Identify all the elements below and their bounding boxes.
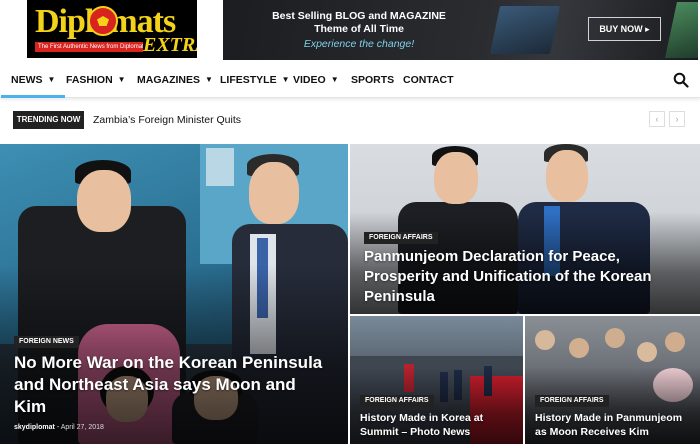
chevron-down-icon: ▼ bbox=[281, 75, 290, 84]
article-card-bottom-left[interactable]: FOREIGN AFFAIRS History Made in Korea at… bbox=[350, 316, 523, 444]
person-right-face bbox=[249, 162, 299, 224]
site-header: Diplomats The First Authentic News from … bbox=[0, 0, 700, 62]
logo-tagline: The First Authentic News from Diplomats … bbox=[35, 42, 143, 52]
nav-item-contact[interactable]: CONTACT bbox=[403, 62, 454, 96]
trending-label: TRENDING NOW bbox=[13, 111, 84, 129]
nav-item-label: MAGAZINES bbox=[137, 74, 200, 86]
featured-article-main[interactable]: FOREIGN NEWS No More War on the Korean P… bbox=[0, 144, 348, 444]
category-badge[interactable]: FOREIGN AFFAIRS bbox=[360, 395, 434, 407]
trending-next-button[interactable]: › bbox=[669, 111, 685, 127]
nav-item-news[interactable]: NEWS ▼ bbox=[0, 62, 66, 98]
chevron-down-icon: ▼ bbox=[205, 75, 213, 84]
crowd-person bbox=[569, 338, 589, 358]
ad-banner[interactable]: Best Selling BLOG and MAGAZINE Theme of … bbox=[223, 0, 698, 60]
crowd-person bbox=[665, 332, 685, 352]
banner-line-1: Best Selling BLOG and MAGAZINE bbox=[272, 10, 446, 22]
article-card-bottom-right[interactable]: FOREIGN AFFAIRS History Made in Panmunje… bbox=[525, 316, 700, 444]
nav-item-label: SPORTS bbox=[351, 74, 395, 86]
chevron-down-icon: ▼ bbox=[330, 75, 339, 84]
crowd-person bbox=[637, 342, 657, 362]
nav-item-label: FASHION bbox=[66, 74, 113, 86]
nav-item-fashion[interactable]: FASHION ▼ bbox=[66, 62, 126, 96]
chevron-down-icon: ▼ bbox=[47, 75, 56, 84]
featured-article-top-right[interactable]: FOREIGN AFFAIRS Panmunjeom Declaration f… bbox=[350, 144, 700, 314]
nav-item-lifestyle[interactable]: LIFESTYLE ▼ bbox=[220, 62, 290, 96]
crowd-person bbox=[535, 330, 555, 350]
category-badge[interactable]: FOREIGN AFFAIRS bbox=[535, 395, 609, 407]
site-logo[interactable]: Diplomats The First Authentic News from … bbox=[27, 0, 197, 58]
article-title[interactable]: History Made in Panmunjeom as Moon Recei… bbox=[535, 411, 695, 439]
article-title[interactable]: Panmunjeom Declaration for Peace, Prospe… bbox=[364, 247, 684, 307]
logo-extra: EXTRA bbox=[143, 34, 197, 56]
banner-line-3: Experience the change! bbox=[303, 38, 415, 50]
nav-item-magazines[interactable]: MAGAZINES ▼ bbox=[137, 62, 213, 96]
publish-date: April 27, 2018 bbox=[60, 424, 104, 431]
nav-item-label: VIDEO bbox=[293, 74, 326, 86]
nav-item-label: NEWS bbox=[11, 74, 43, 86]
person-left-face bbox=[434, 152, 478, 204]
banner-line-2: Theme of All Time bbox=[314, 23, 404, 35]
chevron-down-icon: ▼ bbox=[117, 75, 126, 84]
nav-item-label: CONTACT bbox=[403, 74, 454, 86]
nav-item-label: LIFESTYLE bbox=[220, 74, 277, 86]
search-icon[interactable] bbox=[673, 72, 689, 88]
banner-device-mockup bbox=[489, 6, 561, 54]
buy-now-button[interactable]: BUY NOW ▸ bbox=[588, 17, 661, 41]
trending-prev-button[interactable]: ‹ bbox=[649, 111, 665, 127]
article-title[interactable]: No More War on the Korean Peninsula and … bbox=[14, 352, 332, 418]
category-badge[interactable]: FOREIGN AFFAIRS bbox=[364, 232, 438, 244]
nav-item-video[interactable]: VIDEO ▼ bbox=[293, 62, 339, 96]
author-link[interactable]: skydiplomat bbox=[14, 424, 55, 431]
person-right-face bbox=[546, 150, 588, 202]
trending-headline-link[interactable]: Zambia’s Foreign Minister Quits bbox=[93, 111, 241, 129]
person-left-face bbox=[77, 170, 131, 232]
nav-item-sports[interactable]: SPORTS bbox=[351, 62, 394, 96]
crowd-person bbox=[605, 328, 625, 348]
category-badge[interactable]: FOREIGN NEWS bbox=[14, 336, 79, 348]
banner-device-mockup-2 bbox=[665, 2, 698, 58]
building-window bbox=[206, 148, 234, 186]
article-title[interactable]: History Made in Korea at Summit – Photo … bbox=[360, 411, 518, 439]
article-meta: skydiplomat - April 27, 2018 bbox=[14, 424, 104, 431]
main-nav: NEWS ▼ FASHION ▼ MAGAZINES ▼ LIFESTYLE ▼ VID… bbox=[0, 62, 700, 98]
logo-emblem-icon bbox=[88, 6, 118, 36]
